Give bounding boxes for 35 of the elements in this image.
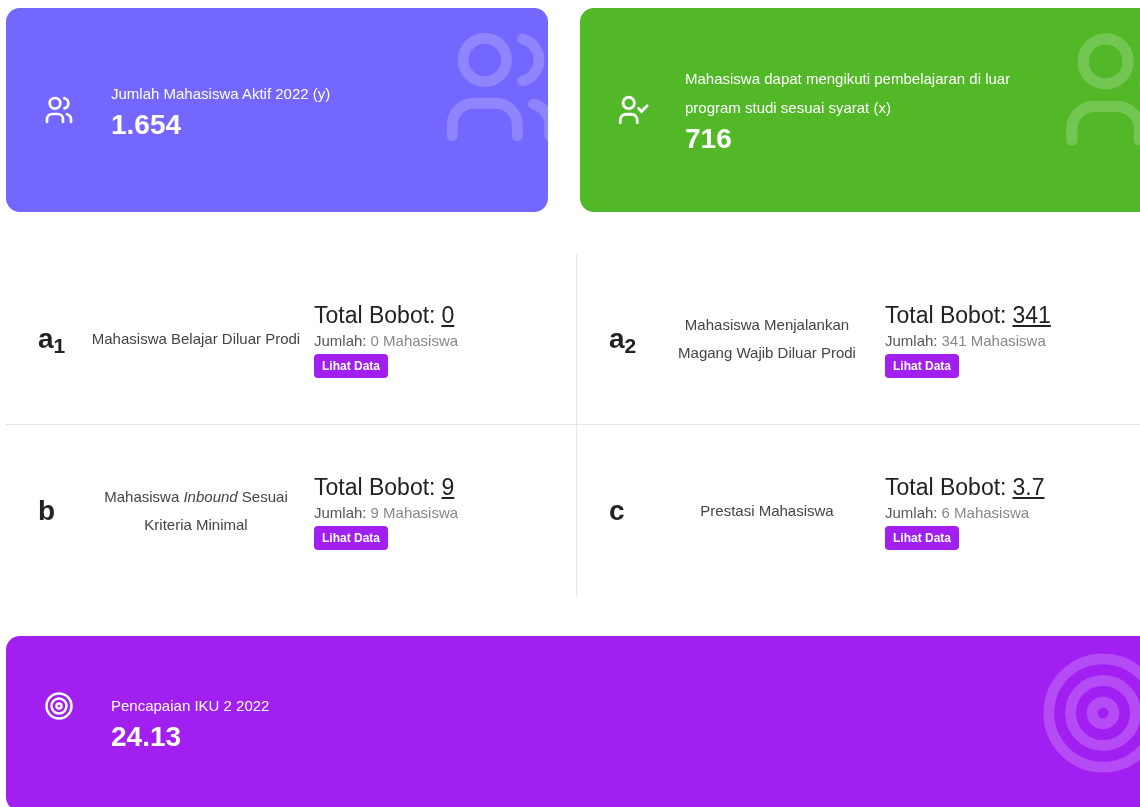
target-icon (43, 691, 74, 721)
total-value: 0 (441, 301, 455, 330)
view-data-button[interactable]: Lihat Data (885, 354, 959, 378)
count-value: 341 Mahasiswa (941, 331, 1046, 351)
criterion-label: a$_{1}$ (37, 325, 67, 353)
count-value: 0 Mahasiswa (370, 331, 459, 351)
card-value: 716 (685, 122, 733, 156)
view-data-button[interactable]: Lihat Data (885, 525, 959, 550)
total-label: Total Bobot: (885, 472, 1007, 502)
card-value: 24.13 (111, 720, 183, 754)
criterion-label: b (37, 496, 57, 525)
card-value: 1.654 (111, 107, 183, 142)
card-title: Pencapaian IKU 2 2022 (111, 696, 270, 716)
criterion-label: c (608, 496, 626, 525)
count-value: 6 Mahasiswa (941, 502, 1030, 523)
criterion-label: a$_{2}$ (608, 325, 638, 353)
count-label: Jumlah: (885, 502, 938, 523)
card-title: Jumlah Mahasiswa Aktif 2022 (y) (111, 83, 331, 104)
criterion-description: Mahasiswa Belajar Diluar Prodi (90, 329, 302, 349)
total-label: Total Bobot: (314, 301, 436, 330)
count-label: Jumlah: (314, 502, 367, 523)
total-value: 3.7 (1012, 472, 1045, 502)
count-value: 9 Mahasiswa (370, 502, 459, 523)
count-label: Jumlah: (885, 331, 938, 351)
total-value: 341 (1012, 301, 1051, 330)
count-label: Jumlah: (314, 331, 367, 351)
total-label: Total Bobot: (314, 472, 436, 502)
view-data-button[interactable]: Lihat Data (314, 525, 388, 550)
criterion-description: Mahasiswa Menjalankan Magang Wajib Diluar Prodi (677, 315, 857, 363)
total-value: 9 (441, 472, 455, 502)
total-label: Total Bobot: (885, 301, 1007, 330)
view-data-button[interactable]: Lihat Data (314, 354, 388, 378)
card-title: Mahasiswa dapat mengikuti pembelajaran di luar program studi sesuai syarat (x) (685, 69, 1012, 118)
criterion-description: Prestasi Mahasiswa (699, 500, 835, 521)
criterion-description: Mahasiswa Inbound Sesuai Kriteria Minimal (103, 486, 289, 535)
